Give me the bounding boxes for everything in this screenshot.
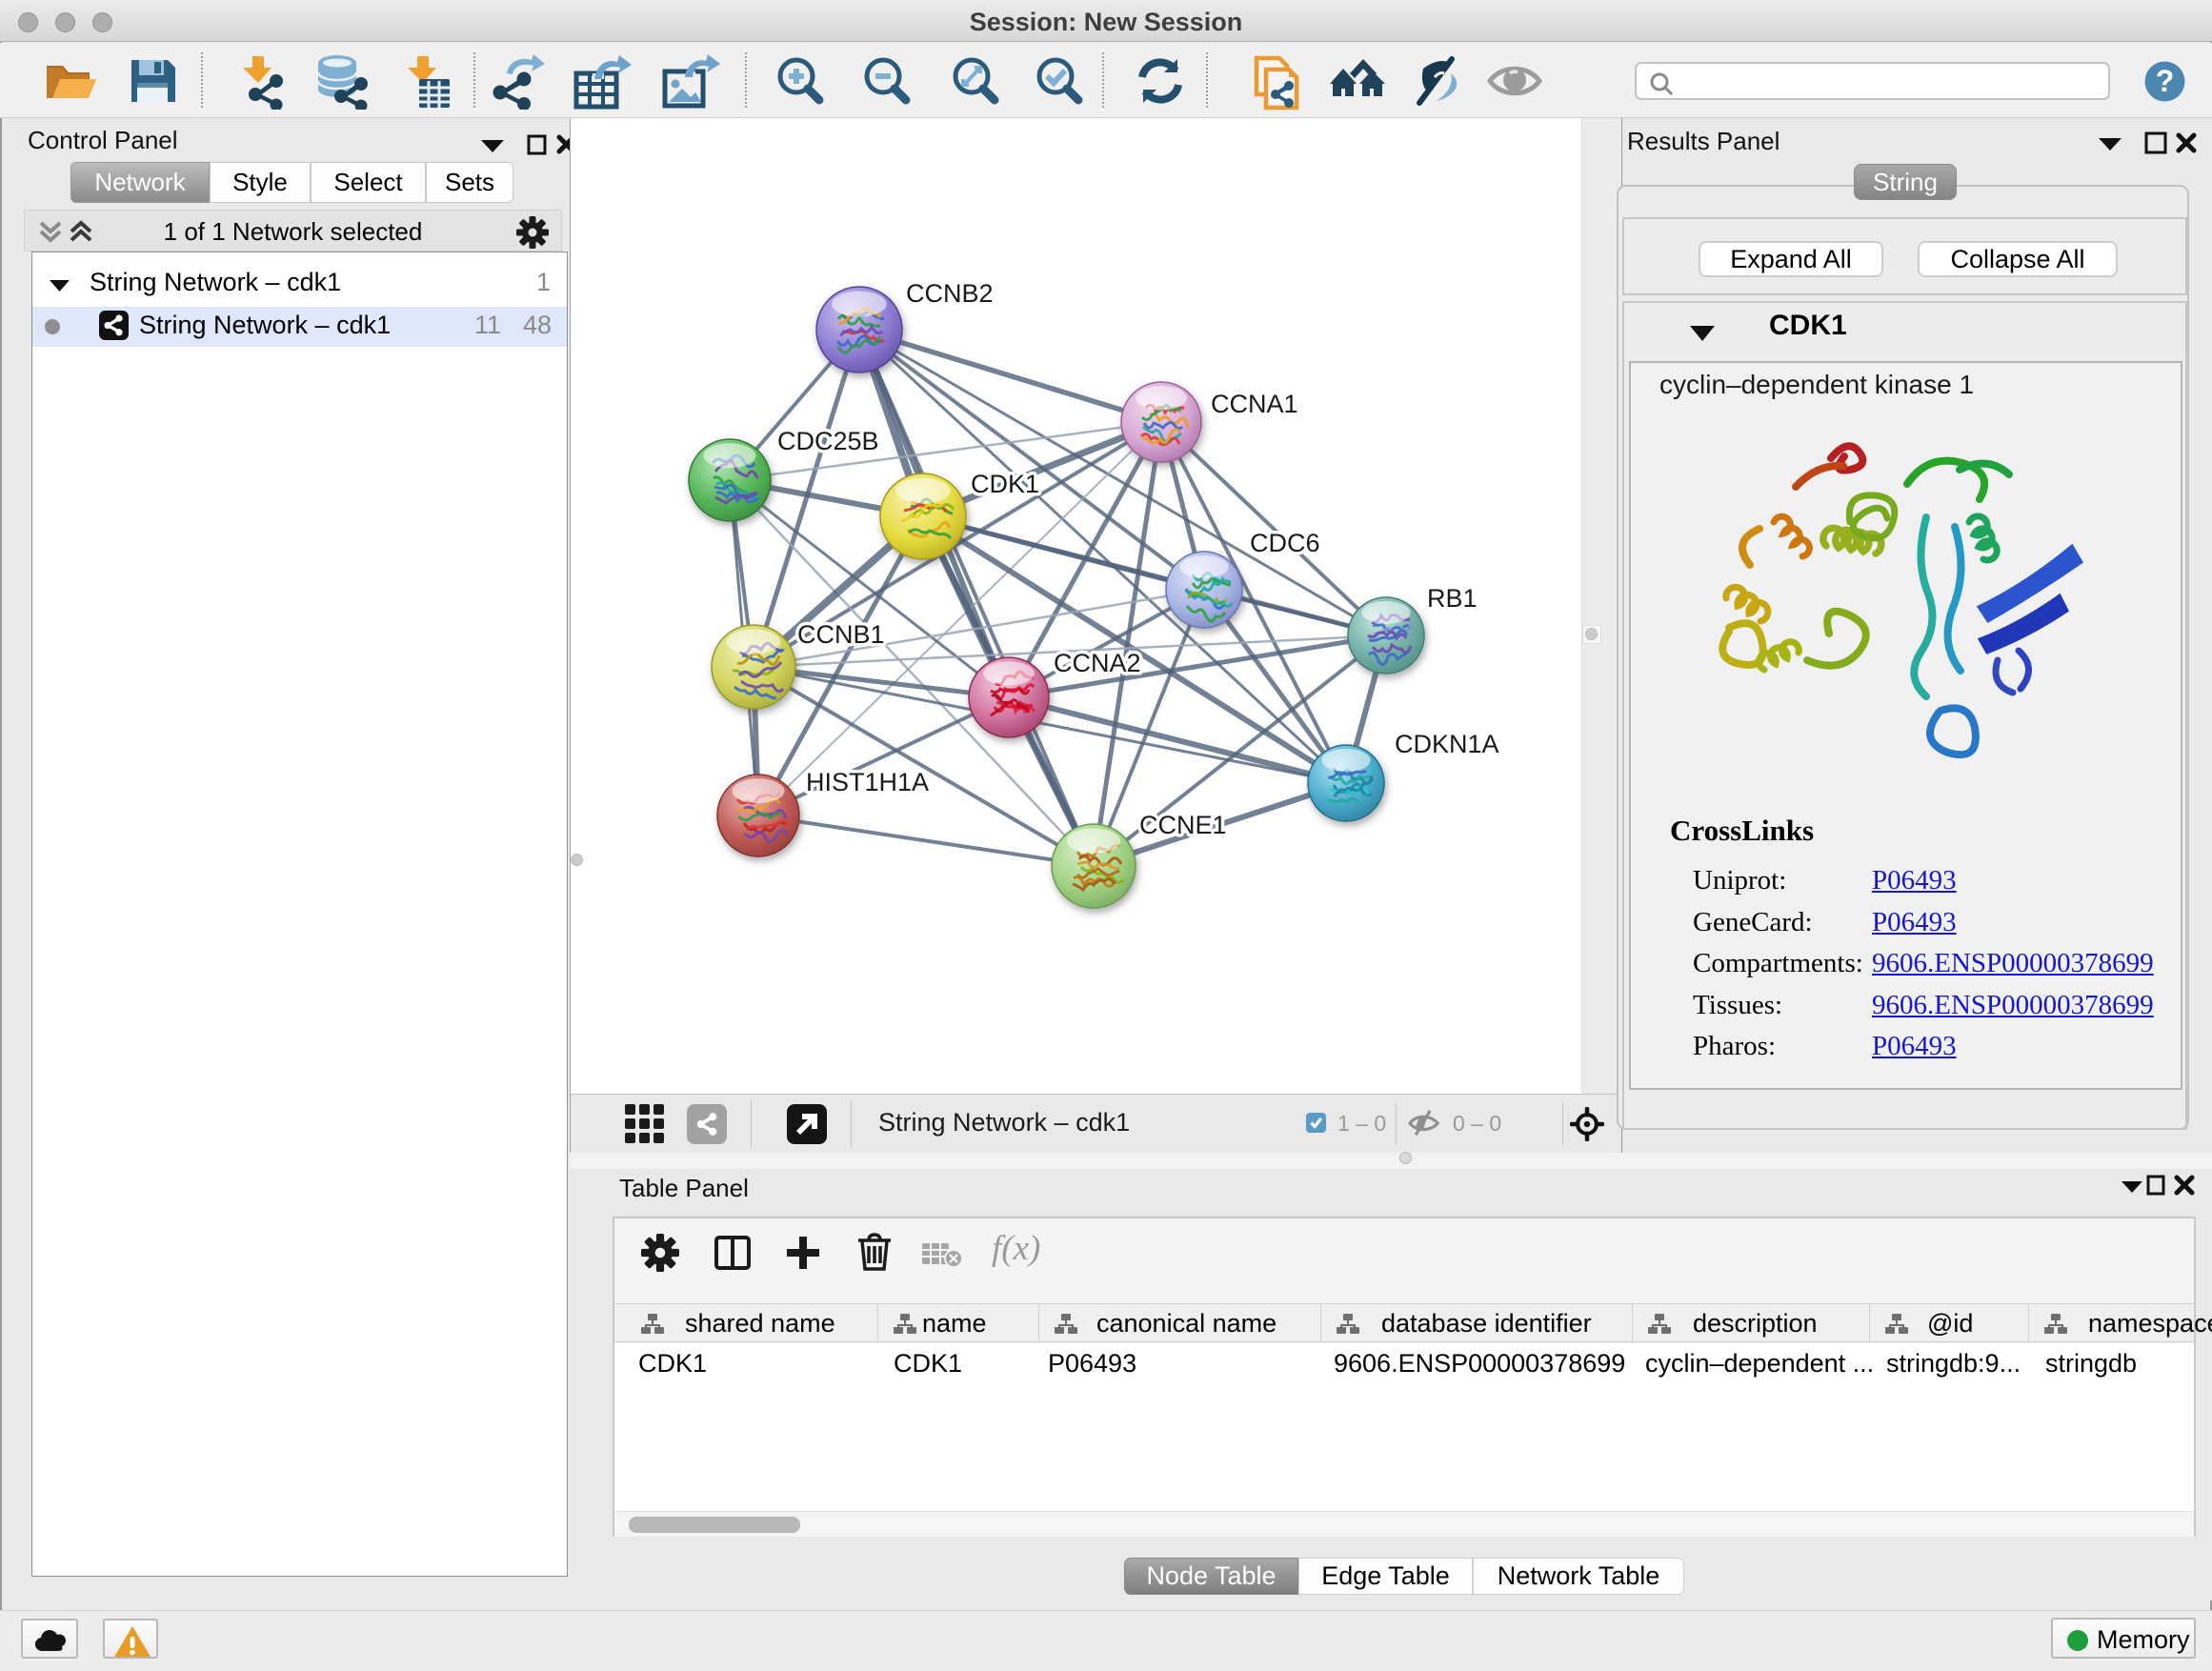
- svg-text:CCNA2: CCNA2: [1054, 649, 1141, 677]
- svg-text:CCNB1: CCNB1: [797, 620, 885, 649]
- svg-text:HIST1H1A: HIST1H1A: [806, 768, 929, 796]
- svg-text:?: ?: [2156, 64, 2175, 98]
- svg-text:CCNB2: CCNB2: [906, 279, 994, 308]
- svg-text:CDC25B: CDC25B: [777, 427, 879, 455]
- svg-text:CDKN1A: CDKN1A: [1395, 730, 1499, 758]
- svg-text:CDC6: CDC6: [1250, 529, 1320, 557]
- svg-text:CCNE1: CCNE1: [1139, 811, 1227, 839]
- svg-text:CCNA1: CCNA1: [1211, 390, 1298, 418]
- svg-text:RB1: RB1: [1427, 584, 1478, 613]
- svg-text:CDK1: CDK1: [971, 470, 1039, 498]
